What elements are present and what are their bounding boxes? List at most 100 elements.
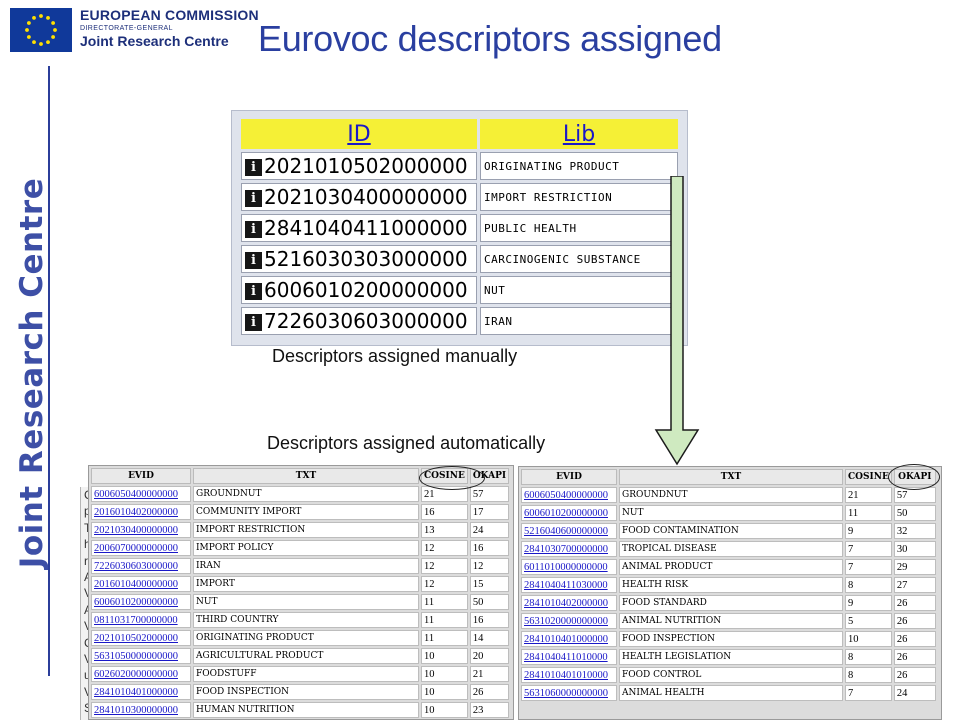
table-row: 2021010502000000 ORIGINATING PRODUCT 11 14 xyxy=(91,630,510,646)
evid-link[interactable]: 2841010402000000 xyxy=(524,598,608,609)
evid-cell: 2021030400000000 xyxy=(91,522,191,538)
side-brand-text: Joint Research Centre xyxy=(14,177,50,569)
cosine-cell: 13 xyxy=(421,522,468,538)
okapi-cell: 50 xyxy=(469,594,510,610)
evid-link[interactable]: 2016010402000000 xyxy=(94,507,178,518)
descriptor-id: 2021030400000000 xyxy=(264,185,468,209)
txt-cell: IMPORT xyxy=(193,576,419,592)
table-row: i 2021030400000000 IMPORT RESTRICTION xyxy=(241,183,678,211)
column-header-txt[interactable]: TXT xyxy=(619,469,843,485)
column-header-id[interactable]: ID xyxy=(241,119,477,149)
evid-link[interactable]: 7226030603000000 xyxy=(94,561,178,572)
txt-cell: ANIMAL PRODUCT xyxy=(619,559,843,575)
lib-cell: IRAN xyxy=(480,307,678,335)
evid-link[interactable]: 2841030700000000 xyxy=(524,544,608,555)
evid-link[interactable]: 6006050400000000 xyxy=(94,489,178,500)
info-icon[interactable]: i xyxy=(245,283,262,300)
evid-cell: 6011010000000000 xyxy=(521,559,617,575)
evid-cell: 2016010402000000 xyxy=(91,504,191,520)
evid-link[interactable]: 5631050000000000 xyxy=(94,651,178,662)
down-arrow-icon xyxy=(654,176,700,466)
evid-link[interactable]: 2006070000000000 xyxy=(94,543,178,554)
table-row: 2006070000000000 IMPORT POLICY 12 16 xyxy=(91,540,510,556)
evid-link[interactable]: 6026020000000000 xyxy=(94,669,178,680)
column-header-evid[interactable]: EVID xyxy=(91,468,191,484)
evid-link[interactable]: 2016010400000000 xyxy=(94,579,178,590)
info-icon[interactable]: i xyxy=(245,190,262,207)
txt-cell: TROPICAL DISEASE xyxy=(619,541,843,557)
column-header-evid[interactable]: EVID xyxy=(521,469,617,485)
descriptor-id: 2841040411000000 xyxy=(264,216,468,240)
eu-flag-icon xyxy=(10,8,72,52)
evid-link[interactable]: 5631060000000000 xyxy=(524,688,608,699)
info-icon[interactable]: i xyxy=(245,221,262,238)
id-cell: i 2841040411000000 xyxy=(241,214,477,242)
evid-cell: 7226030603000000 xyxy=(91,558,191,574)
cosine-cell: 12 xyxy=(421,576,468,592)
table-row: 2841030700000000 TROPICAL DISEASE 7 30 xyxy=(521,541,936,557)
table-row: 7226030603000000 IRAN 12 12 xyxy=(91,558,510,574)
txt-cell: AGRICULTURAL PRODUCT xyxy=(193,648,419,664)
table-row: 5216040600000000 FOOD CONTAMINATION 9 32 xyxy=(521,523,936,539)
txt-cell: NUT xyxy=(193,594,419,610)
txt-cell: NUT xyxy=(619,505,843,521)
okapi-cell: 16 xyxy=(469,540,510,556)
txt-cell: FOODSTUFF xyxy=(193,666,419,682)
txt-cell: HEALTH LEGISLATION xyxy=(619,649,843,665)
txt-cell: FOOD INSPECTION xyxy=(619,631,843,647)
evid-link[interactable]: 6006050400000000 xyxy=(524,490,608,501)
okapi-cell: 29 xyxy=(893,559,936,575)
evid-cell: 5631020000000000 xyxy=(521,613,617,629)
evid-link[interactable]: 2021030400000000 xyxy=(94,525,178,536)
evid-link[interactable]: 5631020000000000 xyxy=(524,616,608,627)
evid-link[interactable]: 0811031700000000 xyxy=(94,615,178,626)
okapi-cell: 57 xyxy=(469,486,510,502)
evid-link[interactable]: 6006010200000000 xyxy=(94,597,178,608)
evid-cell: 5216040600000000 xyxy=(521,523,617,539)
lib-cell: IMPORT RESTRICTION xyxy=(480,183,678,211)
cosine-cell: 11 xyxy=(845,505,892,521)
id-cell: i 2021030400000000 xyxy=(241,183,477,211)
cosine-cell: 8 xyxy=(845,577,892,593)
column-header-lib[interactable]: Lib xyxy=(480,119,678,149)
info-icon[interactable]: i xyxy=(245,252,262,269)
info-icon[interactable]: i xyxy=(245,159,262,176)
evid-cell: 2021010502000000 xyxy=(91,630,191,646)
evid-link[interactable]: 2841010300000000 xyxy=(94,705,178,716)
okapi-cell: 26 xyxy=(893,595,936,611)
table-row: 2841010401010000 FOOD CONTROL 8 26 xyxy=(521,667,936,683)
sort-by-lib-link[interactable]: Lib xyxy=(563,122,595,147)
id-cell: i 6006010200000000 xyxy=(241,276,477,304)
evid-cell: 2841010401000000 xyxy=(521,631,617,647)
okapi-cell: 27 xyxy=(893,577,936,593)
column-header-txt[interactable]: TXT xyxy=(193,468,419,484)
cosine-cell: 9 xyxy=(845,595,892,611)
evid-link[interactable]: 5216040600000000 xyxy=(524,526,608,537)
evid-link[interactable]: 2841010401000000 xyxy=(94,687,178,698)
evid-cell: 2841010300000000 xyxy=(91,702,191,718)
sort-by-id-link[interactable]: ID xyxy=(347,122,370,147)
table-row: 2841010402000000 FOOD STANDARD 9 26 xyxy=(521,595,936,611)
txt-cell: IMPORT RESTRICTION xyxy=(193,522,419,538)
evid-link[interactable]: 2021010502000000 xyxy=(94,633,178,644)
txt-cell: IMPORT POLICY xyxy=(193,540,419,556)
cosine-cell: 11 xyxy=(421,594,468,610)
txt-cell: ANIMAL NUTRITION xyxy=(619,613,843,629)
cosine-cell: 5 xyxy=(845,613,892,629)
evid-link[interactable]: 2841040411010000 xyxy=(524,652,608,663)
cosine-cell: 10 xyxy=(421,666,468,682)
okapi-cell: 20 xyxy=(469,648,510,664)
id-cell: i 5216030303000000 xyxy=(241,245,477,273)
evid-link[interactable]: 2841040411030000 xyxy=(524,580,608,591)
column-header-cosine[interactable]: COSINE xyxy=(845,469,892,485)
evid-link[interactable]: 2841010401010000 xyxy=(524,670,608,681)
info-icon[interactable]: i xyxy=(245,314,262,331)
cosine-cell: 7 xyxy=(845,559,892,575)
table-row: 6011010000000000 ANIMAL PRODUCT 7 29 xyxy=(521,559,936,575)
table-row: 6006010200000000 NUT 11 50 xyxy=(91,594,510,610)
evid-link[interactable]: 6011010000000000 xyxy=(524,562,608,573)
okapi-cell: 16 xyxy=(469,612,510,628)
evid-link[interactable]: 2841010401000000 xyxy=(524,634,608,645)
evid-link[interactable]: 6006010200000000 xyxy=(524,508,608,519)
table-row: 2016010400000000 IMPORT 12 15 xyxy=(91,576,510,592)
